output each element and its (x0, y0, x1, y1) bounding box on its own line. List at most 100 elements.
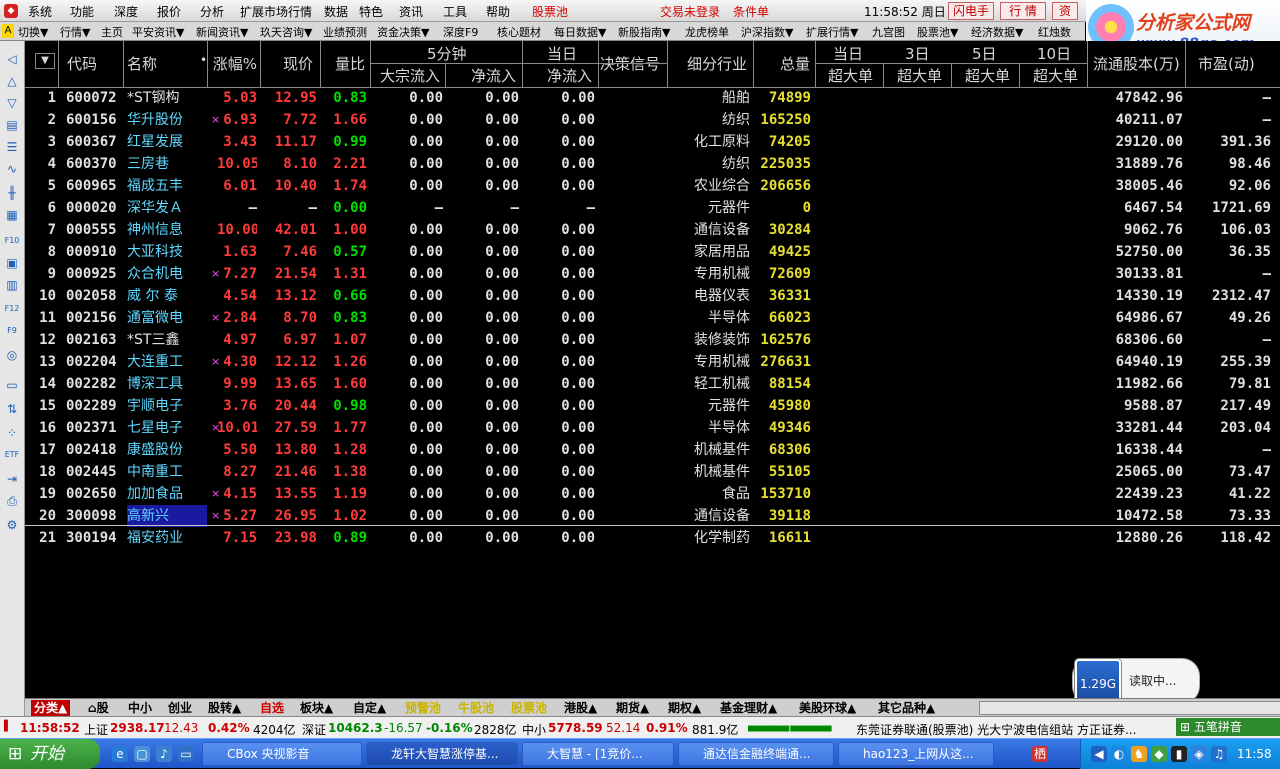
stock-name[interactable]: 博深工具 (127, 373, 207, 395)
folder-icon[interactable]: ▭ (4, 377, 20, 393)
stock-name[interactable]: 神州信息 (127, 219, 207, 241)
table-row[interactable]: 7 000555 神州信息 10.00 42.01 1.00 0.00 0.00 0.00 通信设… (25, 219, 1280, 241)
stock-code[interactable]: 000910 (66, 241, 126, 263)
toolbar-index[interactable]: 沪深指数▼ (741, 24, 793, 40)
toolbar-earnings-forecast[interactable]: 业绩预测 (323, 24, 367, 40)
candlestick-icon[interactable]: ╫ (4, 185, 20, 201)
col-super-today[interactable]: 超大单 (828, 65, 873, 86)
col-net-inflow[interactable]: 净流入 (471, 65, 516, 86)
tab-options[interactable]: 期权▲ (665, 700, 704, 716)
f12-icon[interactable]: F12 (4, 301, 20, 317)
menu-data[interactable]: 数据 (324, 3, 348, 20)
toolbar-economic-data[interactable]: 经济数据▼ (971, 24, 1023, 40)
stock-name[interactable]: 大亚科技 (127, 241, 207, 263)
explorer-icon[interactable]: ▭ (178, 746, 194, 762)
toolbar-pingan-info[interactable]: 平安资讯▼ (132, 24, 184, 40)
toolbar-dragon-tiger[interactable]: 龙虎榜单 (685, 24, 729, 40)
col-change[interactable]: 涨幅% (212, 53, 257, 74)
sh-index-label[interactable]: 上证 (84, 721, 108, 738)
stock-name[interactable]: 福安药业 (127, 527, 207, 549)
sz-index-label[interactable]: 深证 (302, 721, 326, 738)
table-row[interactable]: 18 002445 中南重工 8.27 21.46 1.38 0.00 0.00 0.00 机械基… (25, 461, 1280, 483)
sme-index-label[interactable]: 中小 (522, 721, 546, 738)
table-row[interactable]: 2 600156 华升股份 × 6.93 7.72 1.66 0.00 0.00 0.00 纺织 16… (25, 109, 1280, 131)
stock-code[interactable]: 002371 (66, 417, 126, 439)
stock-name[interactable]: 福成五丰 (127, 175, 207, 197)
stock-name[interactable]: 通富微电 (127, 307, 207, 329)
stock-name[interactable]: 红星发展 (127, 131, 207, 153)
stock-code[interactable]: 002289 (66, 395, 126, 417)
toolbar-nine-grid[interactable]: 九宫图 (872, 24, 905, 40)
col-block-inflow[interactable]: 大宗流入 (380, 65, 440, 86)
media-icon[interactable]: ♪ (156, 746, 172, 762)
arrow-up-icon[interactable]: △ (4, 73, 20, 89)
ime-indicator[interactable]: ⊞ 五笔拼音 (1176, 718, 1280, 736)
stock-code[interactable]: 000925 (66, 263, 126, 285)
stock-name[interactable]: 七星电子 (127, 417, 207, 439)
stock-code[interactable]: 000555 (66, 219, 126, 241)
stock-name[interactable]: 高新兴 (127, 505, 207, 527)
tray-network-icon[interactable]: ◐ (1111, 746, 1127, 762)
col-float-shares[interactable]: 流通股本(万) (1093, 53, 1180, 74)
table-row[interactable]: 5 600965 福成五丰 6.01 10.40 1.74 0.00 0.00 0.00 农业综合… (25, 175, 1280, 197)
tray-arrow-icon[interactable]: ◀ (1091, 746, 1107, 762)
gear-icon[interactable]: ⚙ (4, 517, 20, 533)
stock-name[interactable]: 华升股份 (127, 109, 207, 131)
tab-hk[interactable]: 港股▲ (561, 700, 600, 716)
stock-code[interactable]: 600156 (66, 109, 126, 131)
desktop-icon[interactable]: ▢ (134, 746, 150, 762)
stock-name[interactable]: 宇顺电子 (127, 395, 207, 417)
col-total-volume[interactable]: 总量 (780, 53, 810, 74)
column-menu-icon[interactable]: ▼ (35, 53, 55, 69)
table-row[interactable]: 19 002650 加加食品 × 4.15 13.55 1.19 0.00 0.00 0.00 食品… (25, 483, 1280, 505)
ime-tray-icon[interactable]: 栖 (1032, 746, 1048, 762)
arrow-left-icon[interactable]: ◁ (4, 51, 20, 67)
table-row[interactable]: 9 000925 众合机电 × 7.27 21.54 1.31 0.00 0.00 0.00 专用机… (25, 263, 1280, 285)
table-row[interactable]: 20 300098 高新兴 × 5.27 26.95 1.02 0.00 0.00 0.00 通信设… (25, 505, 1280, 527)
col-super-3d[interactable]: 超大单 (897, 65, 942, 86)
col-today-net-inflow[interactable]: 净流入 (547, 65, 592, 86)
stock-name[interactable]: 众合机电 (127, 263, 207, 285)
table-row[interactable]: 11 002156 通富微电 × 2.84 8.70 0.83 0.00 0.00 0.00 半导体… (25, 307, 1280, 329)
col-name[interactable]: 名称 (127, 53, 157, 74)
stock-name[interactable]: 康盛股份 (127, 439, 207, 461)
stock-name[interactable]: 大连重工 (127, 351, 207, 373)
f10-icon[interactable]: F10 (4, 233, 20, 249)
col-industry[interactable]: 细分行业 (687, 53, 747, 74)
toolbar-ipo-guide[interactable]: 新股指南▼ (618, 24, 670, 40)
col-price[interactable]: 现价 (283, 53, 313, 74)
stock-code[interactable]: 002156 (66, 307, 126, 329)
col-pe[interactable]: 市盈(动) (1198, 53, 1255, 74)
toolbar-daily-data[interactable]: 每日数据▼ (554, 24, 606, 40)
toolbar-core-theme[interactable]: 核心题材 (497, 24, 541, 40)
table-row[interactable]: 21 300194 福安药业 7.15 23.98 0.89 0.00 0.00 0.00 化学制… (25, 527, 1280, 549)
tab-sme[interactable]: 中小 (125, 700, 155, 716)
tab-watchlist[interactable]: 自选 (257, 700, 287, 716)
taskbar-window-cbox[interactable]: CBox 央视影音 (202, 742, 362, 766)
table-row[interactable]: 10 002058 威 尔 泰 4.54 13.12 0.66 0.00 0.00 0.00 电器… (25, 285, 1280, 307)
tab-bull-pool[interactable]: 牛股池 (455, 700, 497, 716)
table-row[interactable]: 4 600370 三房巷 10.05 8.10 2.21 0.00 0.00 0.00 纺织 225… (25, 153, 1280, 175)
menu-quote[interactable]: 报价 (157, 3, 181, 20)
toolbar-red-candle[interactable]: 红烛数 (1038, 24, 1071, 40)
tab-alert-pool[interactable]: 预警池 (402, 700, 444, 716)
stock-name[interactable]: 三房巷 (127, 153, 207, 175)
arrow-down-icon[interactable]: ▽ (4, 95, 20, 111)
news-icon[interactable]: ▤ (4, 117, 20, 133)
stock-code[interactable]: 002204 (66, 351, 126, 373)
stock-name[interactable]: *ST三鑫 (127, 329, 207, 351)
menu-function[interactable]: 功能 (70, 3, 94, 20)
stock-name[interactable]: 中南重工 (127, 461, 207, 483)
tab-category[interactable]: 分类▲ (31, 700, 71, 716)
menu-tools[interactable]: 工具 (443, 3, 467, 20)
stock-code[interactable]: 000020 (66, 197, 126, 219)
circle-icon[interactable]: ◎ (4, 347, 20, 363)
menu-help[interactable]: 帮助 (486, 3, 510, 20)
stock-code[interactable]: 600370 (66, 153, 126, 175)
stock-code[interactable]: 002445 (66, 461, 126, 483)
condition-order-link[interactable]: 条件单 (733, 3, 769, 20)
tab-custom[interactable]: 自定▲ (350, 700, 389, 716)
menu-system[interactable]: 系统 (28, 3, 52, 20)
app-logo-icon[interactable]: ◆ (4, 4, 18, 18)
stock-code[interactable]: 600367 (66, 131, 126, 153)
